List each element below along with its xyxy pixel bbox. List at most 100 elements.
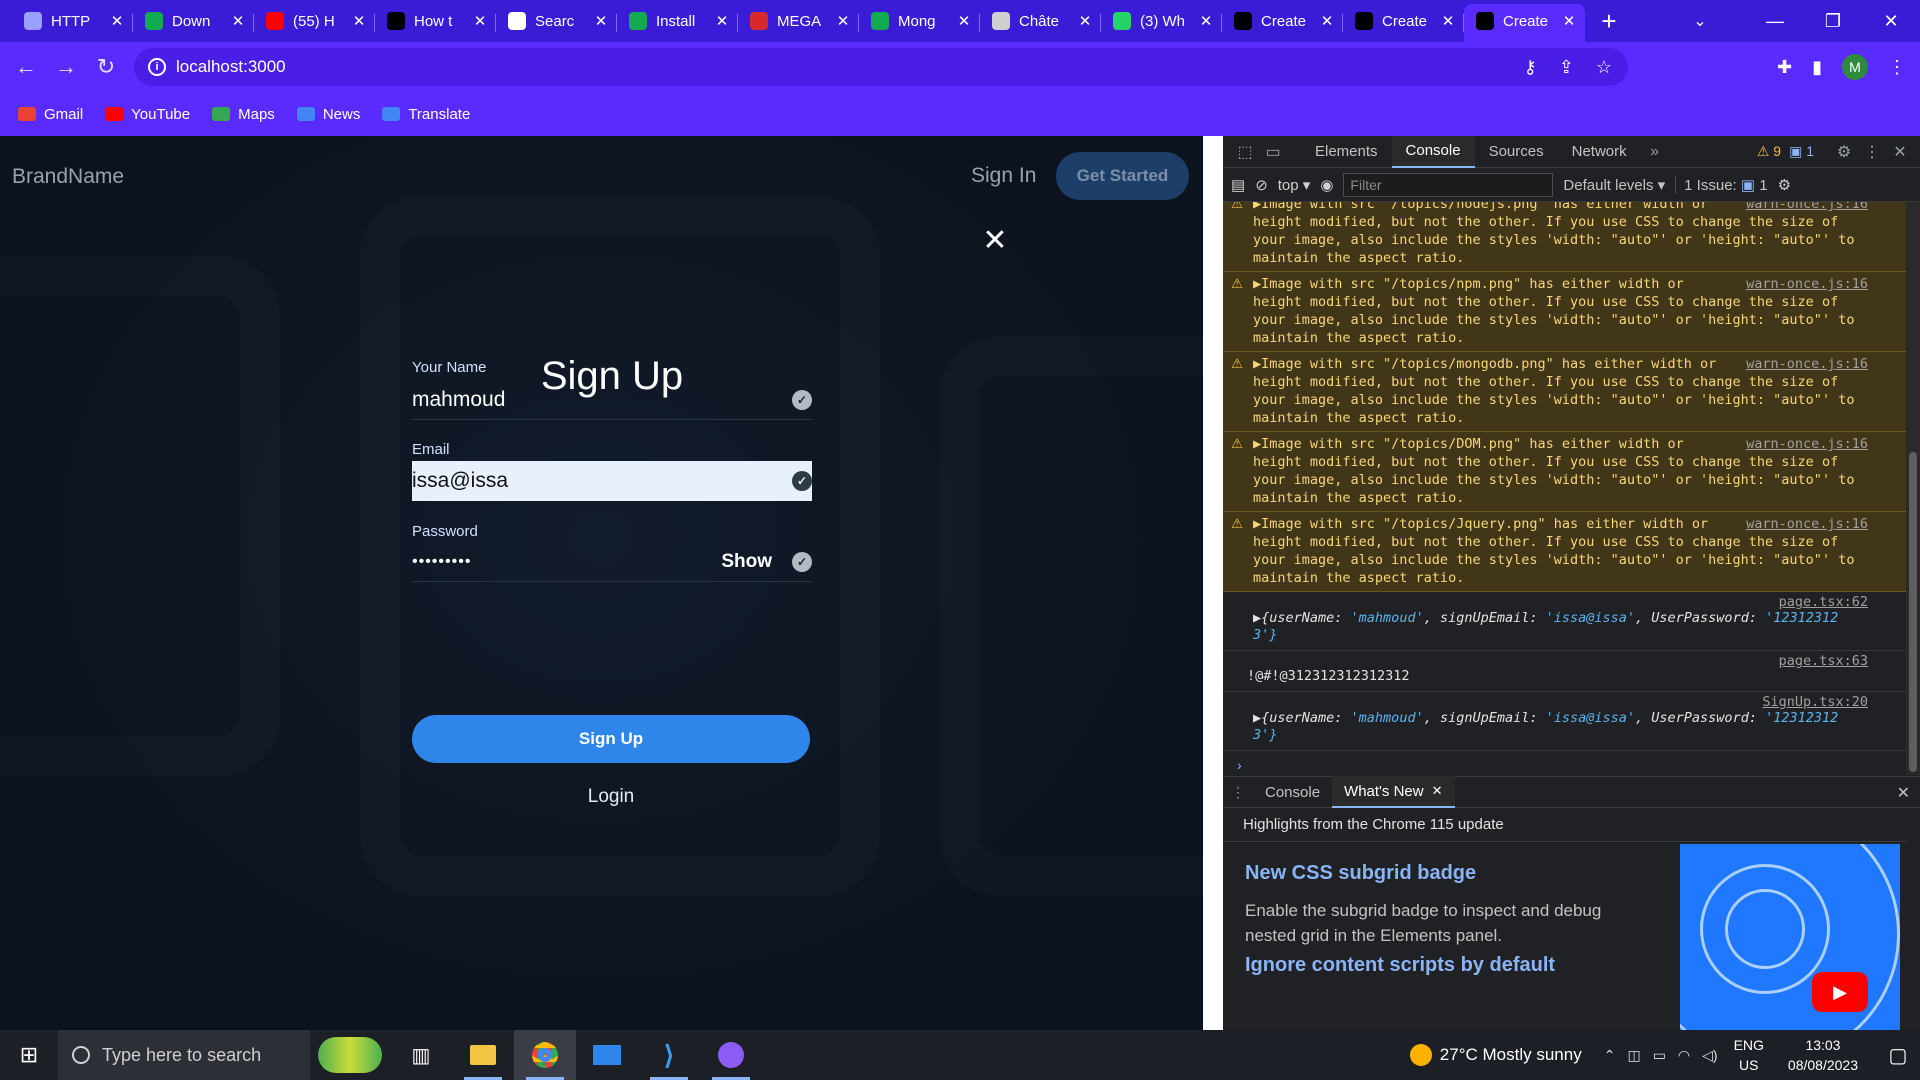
console-warning[interactable]: ⚠ ▶Image with src "/topics/mongodb.png" h…	[1223, 352, 1906, 432]
tab-search-icon[interactable]: ⌄	[1680, 0, 1720, 42]
close-tab-icon[interactable]: ✕	[1561, 12, 1577, 30]
name-field[interactable]: mahmoud ✓	[412, 380, 812, 420]
console-warning[interactable]: ⚠ ▶Image with src "/topics/npm.png" has e…	[1223, 272, 1906, 352]
browser-tab[interactable]: MEGA ✕	[738, 4, 859, 42]
browser-tab[interactable]: Down ✕	[133, 4, 254, 42]
source-link[interactable]: warn-once.js:16	[1746, 202, 1868, 213]
profile-avatar[interactable]: M	[1842, 54, 1868, 80]
webcam-icon[interactable]: ◫	[1627, 1047, 1640, 1064]
wifi-icon[interactable]: ◠	[1678, 1047, 1690, 1064]
reload-icon[interactable]: ↻	[86, 47, 126, 87]
context-selector[interactable]: top ▾	[1278, 176, 1311, 194]
weather-widget[interactable]: 27°C Mostly sunny	[1409, 1044, 1582, 1066]
console-scrollbar[interactable]	[1906, 202, 1920, 775]
devtools-tab-console[interactable]: Console	[1391, 136, 1475, 168]
close-devtools-icon[interactable]: ✕	[1886, 142, 1914, 162]
browser-tab[interactable]: Create ✕	[1222, 4, 1343, 42]
log-object[interactable]: ▶{userName: 'mahmoud', signUpEmail: 'iss…	[1253, 598, 1866, 644]
battery-icon[interactable]: ▭	[1653, 1047, 1666, 1064]
clear-console-icon[interactable]: ⊘	[1255, 176, 1268, 194]
clock[interactable]: 13:03 08/08/2023	[1788, 1035, 1858, 1075]
console-prompt[interactable]: ›	[1223, 751, 1906, 775]
email-field[interactable]: issa@issa ✓	[412, 461, 812, 501]
vscode-icon[interactable]: ⟩	[638, 1030, 700, 1080]
whats-new-item-title[interactable]: Ignore content scripts by default	[1245, 954, 1555, 977]
close-tab-icon[interactable]: ✕	[472, 12, 488, 30]
signup-submit-button[interactable]: Sign Up	[412, 715, 810, 763]
source-link[interactable]: page.tsx:62	[1779, 594, 1868, 611]
forward-icon[interactable]: →	[46, 47, 86, 87]
close-tab-icon[interactable]: ✕	[1198, 12, 1214, 30]
close-tab-icon[interactable]: ✕	[230, 12, 246, 30]
source-link[interactable]: warn-once.js:16	[1746, 275, 1868, 293]
console-filter-input[interactable]: Filter	[1343, 172, 1554, 197]
notifications-icon[interactable]: ▢	[1876, 1043, 1920, 1068]
get-started-button[interactable]: Get Started	[1056, 152, 1189, 200]
close-tab-icon[interactable]: ✕	[956, 12, 972, 30]
close-tab-icon[interactable]: ✕	[593, 12, 609, 30]
source-link[interactable]: SignUp.tsx:20	[1762, 694, 1868, 711]
issues-link[interactable]: 1 Issue: ▣ 1	[1675, 175, 1768, 194]
browser-tab[interactable]: Create ✕	[1343, 4, 1464, 42]
browser-tab[interactable]: (3) Wh ✕	[1101, 4, 1222, 42]
new-tab-button[interactable]: +	[1591, 4, 1627, 42]
drawer-tab[interactable]: What's New ✕	[1332, 776, 1455, 808]
console-warning[interactable]: ⚠ ▶Image with src "/topics/nodejs.png" ha…	[1223, 202, 1906, 272]
volume-icon[interactable]: ◁)	[1702, 1047, 1717, 1064]
device-toolbar-icon[interactable]: ▭	[1259, 142, 1287, 162]
console-warning[interactable]: ⚠ ▶Image with src "/topics/DOM.png" has e…	[1223, 432, 1906, 512]
settings-gear-icon[interactable]: ⚙	[1830, 142, 1858, 162]
inspect-icon[interactable]: ⬚	[1231, 142, 1259, 162]
browser-tab[interactable]: Searc ✕	[496, 4, 617, 42]
whats-new-video-thumbnail[interactable]: ▶	[1680, 844, 1900, 1030]
bookmark-youtube[interactable]: YouTube	[105, 106, 190, 123]
cortana-highlight-icon[interactable]	[310, 1030, 390, 1080]
taskbar-search-box[interactable]: Type here to search	[58, 1030, 310, 1080]
browser-tab[interactable]: How t ✕	[375, 4, 496, 42]
sidebar-toggle-icon[interactable]: ▤	[1231, 176, 1245, 194]
brand-logo[interactable]: BrandName	[12, 165, 124, 189]
devtools-menu-icon[interactable]: ⋮	[1858, 142, 1886, 162]
console-log[interactable]: page.tsx:62 ▶{userName: 'mahmoud', signUp…	[1223, 592, 1906, 651]
windows-start-icon[interactable]: ⊞	[0, 1030, 58, 1080]
warnings-badge[interactable]: ⚠ 9	[1757, 143, 1781, 160]
bookmark-gmail[interactable]: Gmail	[18, 106, 83, 123]
devtools-tab-sources[interactable]: Sources	[1475, 136, 1558, 168]
drawer-menu-icon[interactable]: ⋮	[1223, 784, 1253, 801]
console-settings-icon[interactable]: ⚙	[1778, 176, 1791, 194]
chevron-up-icon[interactable]: ⌃	[1604, 1047, 1616, 1064]
messages-badge[interactable]: ▣ 1	[1789, 143, 1814, 160]
login-link[interactable]: Login	[0, 786, 1203, 808]
whats-new-item-title[interactable]: New CSS subgrid badge	[1245, 862, 1476, 885]
browser-tab[interactable]: (55) H ✕	[254, 4, 375, 42]
address-bar[interactable]: i localhost:3000 ⚷ ⇪ ☆	[134, 48, 1628, 86]
console-log[interactable]: SignUp.tsx:20 ▶{userName: 'mahmoud', sign…	[1223, 692, 1906, 751]
side-panel-icon[interactable]: ▮	[1812, 57, 1822, 78]
source-link[interactable]: warn-once.js:16	[1746, 515, 1868, 533]
minimize-icon[interactable]: —	[1746, 0, 1804, 42]
devtools-tab-elements[interactable]: Elements	[1301, 136, 1392, 168]
language-indicator[interactable]: ENG US	[1734, 1035, 1764, 1075]
nav-signin-link[interactable]: Sign In	[971, 164, 1036, 188]
extensions-icon[interactable]: ✚	[1777, 57, 1792, 78]
site-info-icon[interactable]: i	[148, 58, 166, 76]
menu-icon[interactable]: ⋮	[1888, 57, 1906, 78]
log-levels-dropdown[interactable]: Default levels ▾	[1563, 176, 1665, 194]
restore-icon[interactable]: ❐	[1804, 0, 1862, 42]
source-link[interactable]: warn-once.js:16	[1746, 435, 1868, 453]
youtube-play-icon[interactable]: ▶	[1812, 972, 1868, 1012]
devtools-tab-network[interactable]: Network	[1558, 136, 1641, 168]
bookmark-maps[interactable]: Maps	[212, 106, 275, 123]
devtools-splitter[interactable]	[1203, 136, 1223, 1030]
back-icon[interactable]: ←	[6, 47, 46, 87]
console-log[interactable]: page.tsx:63 !@#!@312312312312312	[1223, 651, 1906, 692]
close-tab-icon[interactable]: ✕	[1440, 12, 1456, 30]
close-tab-icon[interactable]: ✕	[714, 12, 730, 30]
key-icon[interactable]: ⚷	[1524, 57, 1537, 78]
console-warning[interactable]: ⚠ ▶Image with src "/topics/Jquery.png" ha…	[1223, 512, 1906, 592]
source-link[interactable]: page.tsx:63	[1779, 653, 1868, 670]
bookmark-news[interactable]: News	[296, 106, 360, 123]
close-icon[interactable]: ✕	[982, 226, 1008, 256]
browser-tab[interactable]: Mong ✕	[859, 4, 980, 42]
close-tab-icon[interactable]: ✕	[109, 12, 125, 30]
